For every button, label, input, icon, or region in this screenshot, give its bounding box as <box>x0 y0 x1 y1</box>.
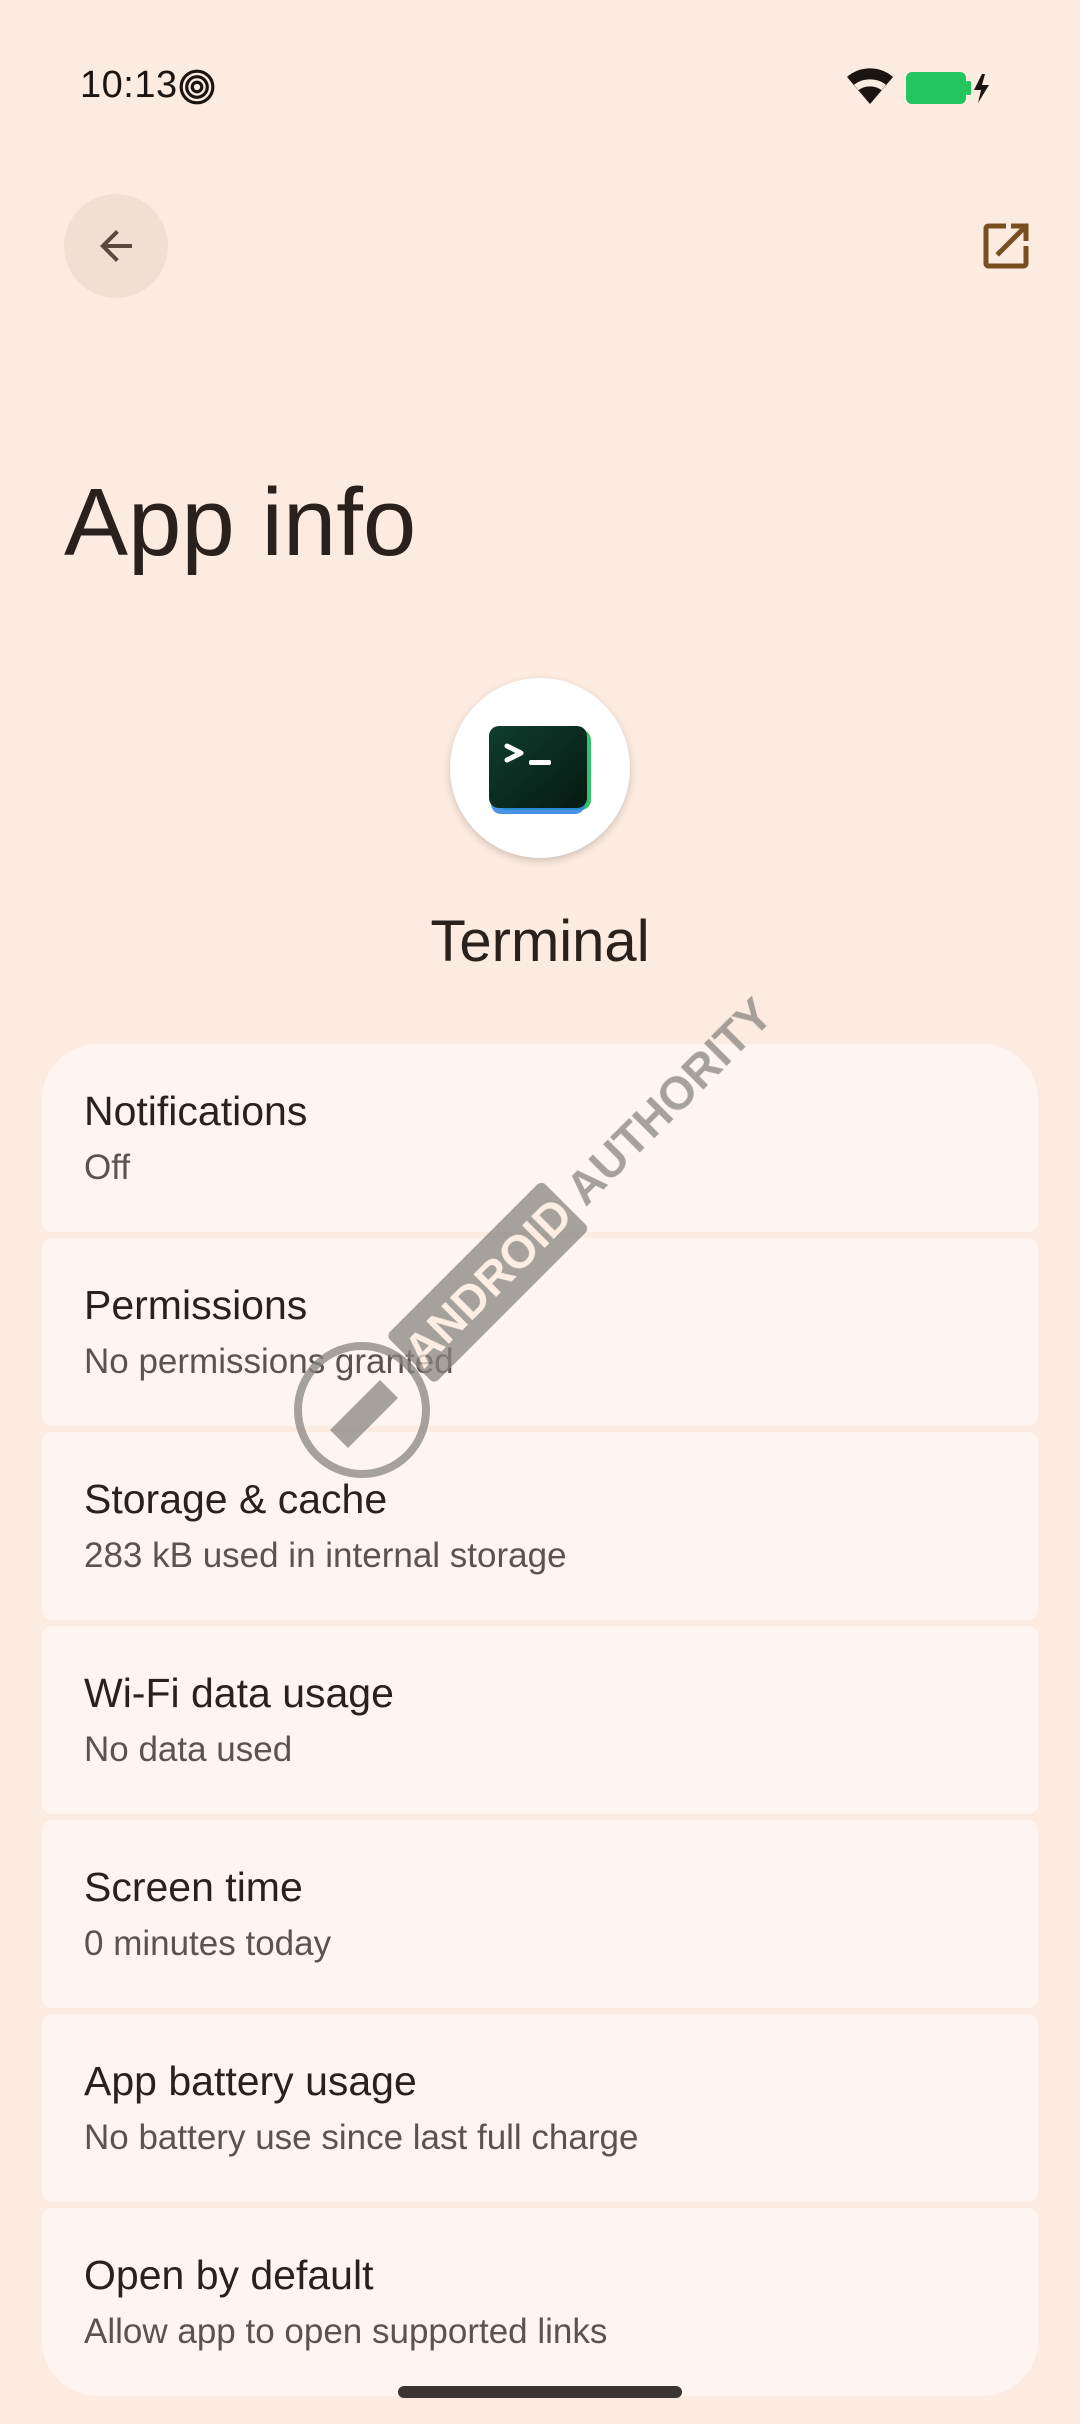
item-subtitle: No data used <box>84 1730 293 1769</box>
wifi-icon <box>847 68 893 104</box>
page-title: App info <box>64 469 417 576</box>
item-subtitle: Allow app to open supported links <box>84 2312 608 2351</box>
app-name: Terminal <box>430 909 650 974</box>
terminal-icon <box>489 726 591 814</box>
status-time: 10:13 <box>80 64 178 106</box>
item-subtitle: No battery use since last full charge <box>84 2118 639 2157</box>
permissions-item[interactable]: Permissions No permissions granted <box>42 1238 1038 1426</box>
home-indicator[interactable] <box>398 2386 682 2398</box>
app-settings-list: Notifications Off Permissions No permiss… <box>42 1044 1038 2402</box>
open-by-default-item[interactable]: Open by default Allow app to open suppor… <box>42 2208 1038 2396</box>
storage-cache-item[interactable]: Storage & cache 283 kB used in internal … <box>42 1432 1038 1620</box>
item-title: Notifications <box>84 1088 308 1134</box>
item-subtitle: No permissions granted <box>84 1342 454 1381</box>
item-title: Screen time <box>84 1864 303 1910</box>
item-subtitle: 0 minutes today <box>84 1924 332 1963</box>
back-button[interactable] <box>64 194 168 298</box>
spiral-notification-icon <box>179 69 215 105</box>
open-in-new-icon <box>983 223 1029 269</box>
battery-charging-icon <box>906 72 989 104</box>
notifications-item[interactable]: Notifications Off <box>42 1044 1038 1232</box>
app-icon <box>450 678 630 858</box>
item-title: Permissions <box>84 1282 308 1328</box>
arrow-back-icon <box>100 230 132 262</box>
status-bar: 10:13 <box>0 0 1080 180</box>
wifi-data-usage-item[interactable]: Wi-Fi data usage No data used <box>42 1626 1038 1814</box>
open-app-button[interactable] <box>970 210 1042 282</box>
item-subtitle: Off <box>84 1148 131 1187</box>
app-battery-usage-item[interactable]: App battery usage No battery use since l… <box>42 2014 1038 2202</box>
item-title: Wi-Fi data usage <box>84 1670 394 1716</box>
item-title: Storage & cache <box>84 1476 388 1522</box>
item-title: App battery usage <box>84 2058 417 2104</box>
screen-time-item[interactable]: Screen time 0 minutes today <box>42 1820 1038 2008</box>
item-title: Open by default <box>84 2252 374 2298</box>
item-subtitle: 283 kB used in internal storage <box>84 1536 567 1575</box>
